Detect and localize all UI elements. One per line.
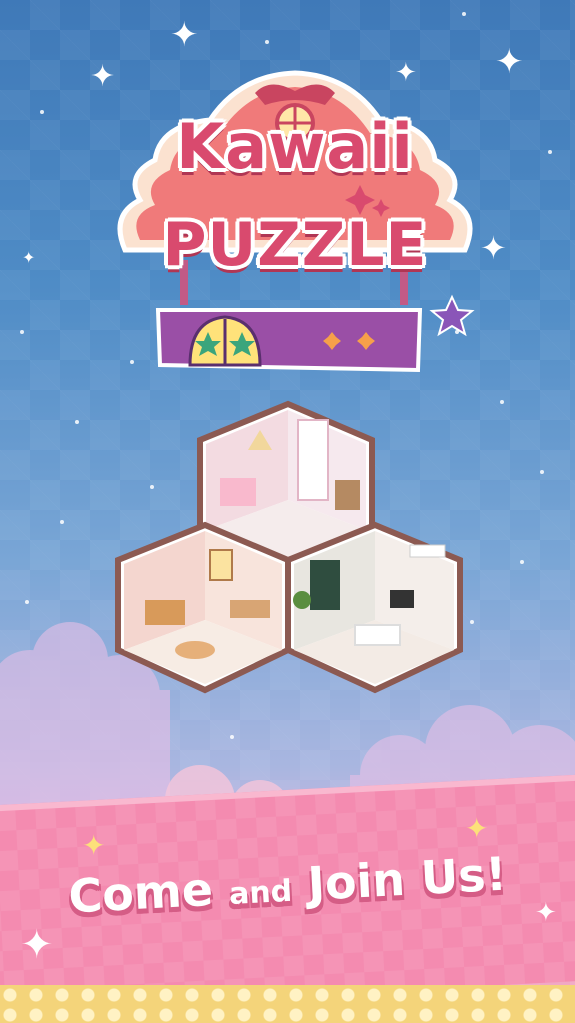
room-illustration (115, 400, 463, 694)
tagline-word-come: Come (67, 861, 215, 924)
logo-title-line2: PUZZLE (162, 210, 428, 280)
sparkle-icon: ✦ (22, 248, 36, 267)
logo-title-line1: Kawaii (176, 110, 414, 183)
sparkle-icon: ✦ (170, 15, 199, 55)
sparkle-icon: ✦ (82, 829, 106, 862)
sparkle-icon: ✦ (495, 42, 524, 82)
bottom-bubble-strip (0, 985, 575, 1023)
kitchen-room (115, 521, 291, 694)
tagline-word-join: Join Us! (306, 846, 508, 911)
game-logo: Kawaii PUZZLE (100, 65, 490, 375)
tagline-word-and: and (228, 873, 294, 913)
sparkle-icon: ✦ (535, 898, 557, 928)
sparkle-icon: ✦ (465, 812, 489, 845)
living-room (285, 521, 463, 694)
sparkle-icon: ✦ (20, 922, 54, 968)
